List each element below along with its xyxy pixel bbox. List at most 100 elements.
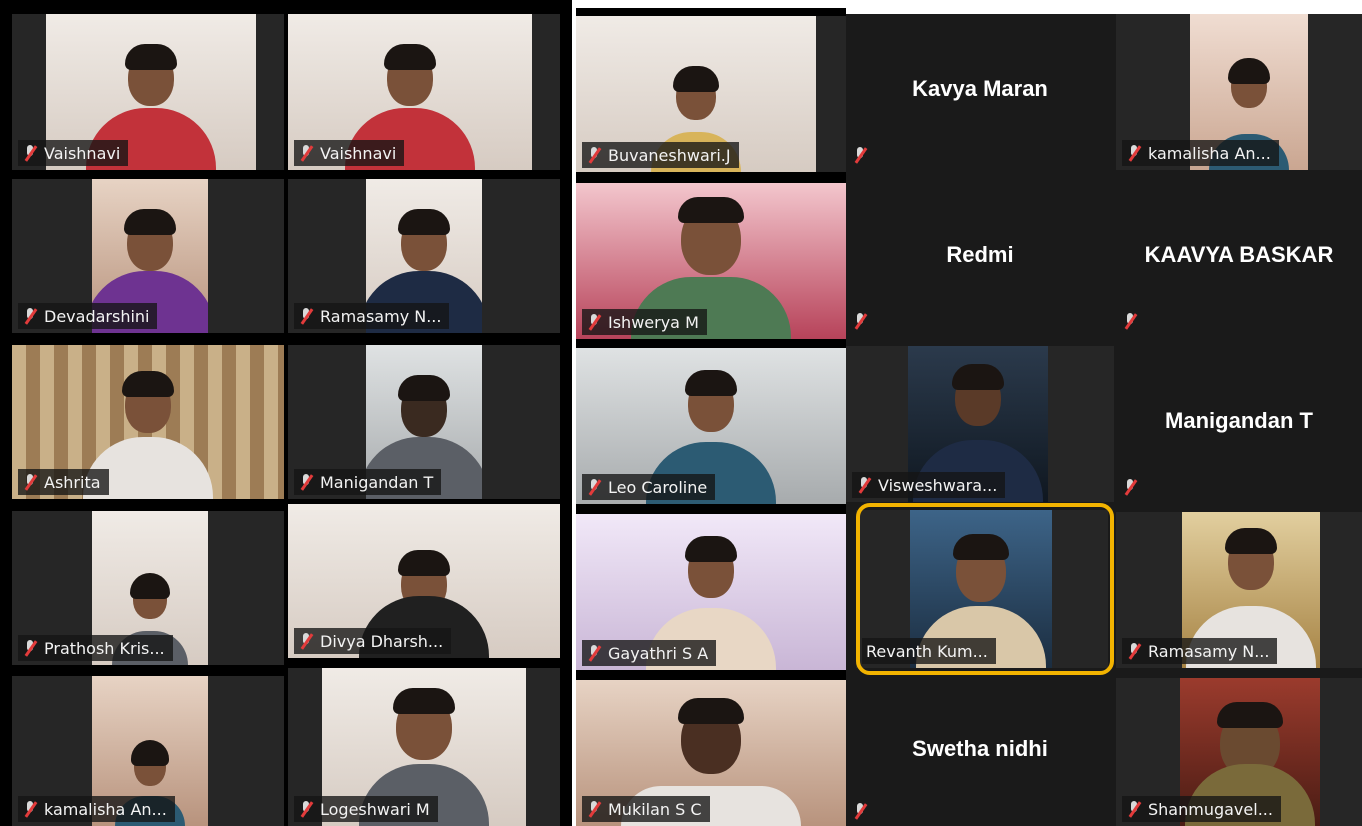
participant-tile-swetha-nidhi[interactable]: Swetha nidhi: [846, 678, 1114, 826]
gallery-strip-3: Kavya Maran Redmi Visweshwara... Revanth…: [846, 14, 1116, 826]
participant-name-tag: Visweshwara...: [852, 472, 1006, 498]
participant-tile-devadarshini[interactable]: Devadarshini: [12, 179, 284, 333]
microphone-muted-icon: [22, 473, 38, 491]
participant-name-tag: Ashrita: [18, 469, 109, 495]
participant-face: [1225, 528, 1277, 590]
participant-tile-kamalisha-top[interactable]: kamalisha An...: [1116, 14, 1362, 170]
microphone-muted-icon: [298, 144, 314, 162]
participant-name: Redmi: [946, 241, 1014, 267]
participant-tile-gayathri[interactable]: Gayathri S A: [576, 514, 846, 670]
participant-face: [398, 209, 450, 271]
microphone-muted-icon: [586, 800, 602, 818]
participant-name: Buvaneshwari.J: [608, 145, 731, 165]
participant-name: Devadarshini: [44, 306, 150, 326]
participant-name: Divya Dharsh...: [320, 631, 444, 651]
participant-face: [952, 364, 1004, 426]
participant-tile-redmi[interactable]: Redmi: [846, 180, 1114, 336]
participant-face: [685, 370, 737, 432]
participant-face: [678, 698, 744, 774]
participant-face: [124, 209, 176, 271]
participant-tile-logeshwari[interactable]: Logeshwari M: [288, 668, 560, 826]
participant-tile-manigandan[interactable]: Manigandan T: [288, 345, 560, 499]
participant-name-tag: Mukilan S C: [582, 796, 710, 822]
participant-name: KAAVYA BASKAR: [1144, 241, 1334, 267]
participant-name-tag: Manigandan T: [294, 469, 442, 495]
microphone-muted-icon: [22, 307, 38, 325]
participant-name-tag: Leo Caroline: [582, 474, 716, 500]
participant-name: Swetha nidhi: [912, 735, 1048, 761]
participant-tile-ramasamy-1[interactable]: Ramasamy N...: [288, 179, 560, 333]
participant-face: [685, 536, 737, 598]
participant-name: Ishwerya M: [608, 312, 699, 332]
participant-name: Ramasamy N...: [1148, 641, 1270, 661]
microphone-muted-icon: [586, 146, 602, 164]
participant-tile-vaishnavi-2[interactable]: Vaishnavi: [288, 14, 560, 170]
participant-name-tag: Ramasamy N...: [294, 303, 450, 329]
participant-name-tag: Shanmugavel...: [1122, 796, 1281, 822]
participant-name: Kavya Maran: [912, 75, 1048, 101]
participant-name-tag: Revanth Kum...: [862, 638, 996, 664]
microphone-muted-icon: [852, 802, 868, 820]
participant-name-tag: Buvaneshwari.J: [582, 142, 739, 168]
participant-name: Ramasamy N...: [320, 306, 442, 326]
microphone-muted-icon: [22, 639, 38, 657]
participant-tile-shanmugavel[interactable]: Shanmugavel...: [1116, 678, 1362, 826]
participant-tile-kamalisha-bottom[interactable]: kamalisha An...: [12, 676, 284, 826]
participant-name: Leo Caroline: [608, 477, 708, 497]
microphone-muted-icon: [1126, 800, 1142, 818]
microphone-muted-icon: [852, 312, 868, 330]
participant-tile-mukilan[interactable]: Mukilan S C: [576, 680, 846, 826]
participant-name: Manigandan T: [1165, 407, 1313, 433]
microphone-muted-icon: [1126, 144, 1142, 162]
participant-face: [678, 197, 744, 275]
microphone-muted-icon: [1122, 478, 1138, 496]
participant-name: Prathosh Kris...: [44, 638, 165, 658]
participant-face: [393, 688, 455, 760]
participant-name: Vaishnavi: [320, 143, 397, 163]
gallery-strip-1: Vaishnavi Devadarshini Ashrita Prathosh …: [0, 0, 572, 826]
participant-name-tag: Prathosh Kris...: [18, 635, 173, 661]
participant-name-tag: Ishwerya M: [582, 309, 707, 335]
participant-name-tag: Gayathri S A: [582, 640, 717, 666]
microphone-muted-icon: [852, 146, 868, 164]
participant-name: Manigandan T: [320, 472, 434, 492]
participant-tile-ishwerya[interactable]: Ishwerya M: [576, 183, 846, 339]
participant-tile-ashrita[interactable]: Ashrita: [12, 345, 284, 499]
microphone-muted-icon: [298, 473, 314, 491]
participant-name-tag: Vaishnavi: [294, 140, 405, 166]
participant-tile-leo-caroline[interactable]: Leo Caroline: [576, 348, 846, 504]
participant-name: Ashrita: [44, 472, 101, 492]
participant-tile-visweshwara[interactable]: Visweshwara...: [846, 346, 1114, 502]
microphone-muted-icon: [1126, 642, 1142, 660]
participant-tile-kaavya-baskar[interactable]: KAAVYA BASKAR: [1116, 180, 1362, 336]
participant-name: Visweshwara...: [878, 475, 998, 495]
participant-name-tag: kamalisha An...: [18, 796, 175, 822]
participant-name: Gayathri S A: [608, 643, 709, 663]
participant-face: [384, 44, 436, 106]
microphone-muted-icon: [22, 144, 38, 162]
participant-tile-manigandan-name[interactable]: Manigandan T: [1116, 346, 1362, 502]
participant-tile-kavya-maran[interactable]: Kavya Maran: [846, 14, 1114, 170]
participant-face: [1228, 58, 1270, 108]
participant-tile-divya[interactable]: Divya Dharsh...: [288, 504, 560, 658]
participant-tile-revanth[interactable]: Revanth Kum...: [856, 510, 1108, 668]
participant-face: [125, 44, 177, 106]
participant-name-tag: Logeshwari M: [294, 796, 438, 822]
participant-face: [953, 534, 1009, 602]
participant-name-tag: kamalisha An...: [1122, 140, 1279, 166]
participant-name-tag: Divya Dharsh...: [294, 628, 452, 654]
microphone-muted-icon: [586, 478, 602, 496]
participant-name: kamalisha An...: [1148, 143, 1271, 163]
participant-tile-ramasamy-2[interactable]: Ramasamy N...: [1116, 512, 1362, 668]
participant-tile-vaishnavi-1[interactable]: Vaishnavi: [12, 14, 284, 170]
microphone-muted-icon: [1122, 312, 1138, 330]
microphone-muted-icon: [856, 476, 872, 494]
participant-tile-buvaneshwari[interactable]: Buvaneshwari.J: [576, 16, 846, 172]
microphone-muted-icon: [22, 800, 38, 818]
participant-tile-prathosh[interactable]: Prathosh Kris...: [12, 511, 284, 665]
microphone-muted-icon: [298, 632, 314, 650]
participant-name: Logeshwari M: [320, 799, 430, 819]
microphone-muted-icon: [298, 307, 314, 325]
participant-name-tag: Devadarshini: [18, 303, 158, 329]
microphone-muted-icon: [586, 313, 602, 331]
